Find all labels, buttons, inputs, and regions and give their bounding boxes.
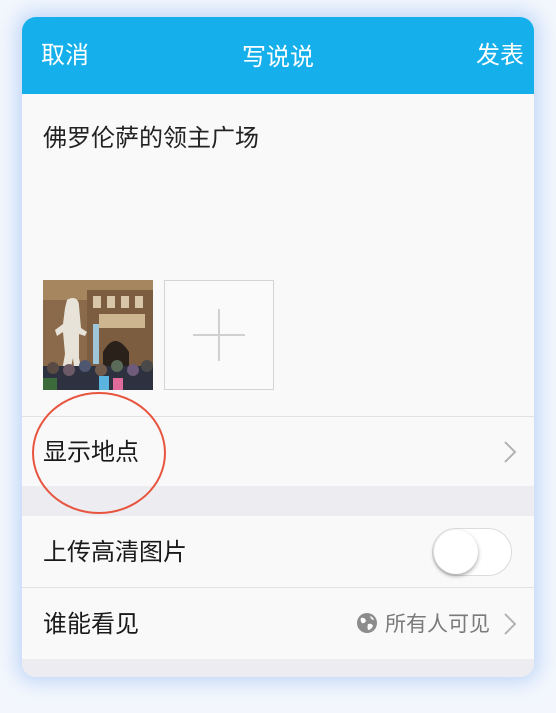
visibility-value: 所有人可见 xyxy=(385,612,490,636)
chevron-right-icon xyxy=(504,441,517,463)
globe-icon xyxy=(357,613,377,633)
post-text-input[interactable]: 佛罗伦萨的领主广场 xyxy=(43,122,259,154)
section-gap xyxy=(22,486,534,516)
page-title: 写说说 xyxy=(242,43,314,71)
hd-upload-toggle[interactable] xyxy=(432,528,512,576)
navbar: 取消 写说说 发表 xyxy=(22,17,534,94)
photo-thumbnail[interactable] xyxy=(43,280,153,390)
phone-screen: 取消 写说说 发表 佛罗伦萨的领主广场 显示地点 上传高清图片 谁能看见 所有人… xyxy=(22,17,534,677)
visibility-row[interactable]: 谁能看见 所有人可见 xyxy=(22,588,534,659)
add-photo-button[interactable] xyxy=(164,280,274,390)
publish-button[interactable]: 发表 xyxy=(476,39,524,71)
toggle-knob xyxy=(434,530,478,574)
visibility-label: 谁能看见 xyxy=(43,610,139,638)
photo-image xyxy=(43,280,153,390)
post-compose-area[interactable]: 佛罗伦萨的领主广场 xyxy=(22,94,534,416)
hd-upload-label: 上传高清图片 xyxy=(43,538,187,566)
hd-upload-row: 上传高清图片 xyxy=(22,516,534,587)
bottom-gap xyxy=(22,659,534,677)
chevron-right-icon xyxy=(504,613,517,635)
show-location-label: 显示地点 xyxy=(43,438,139,466)
show-location-row[interactable]: 显示地点 xyxy=(22,417,534,486)
